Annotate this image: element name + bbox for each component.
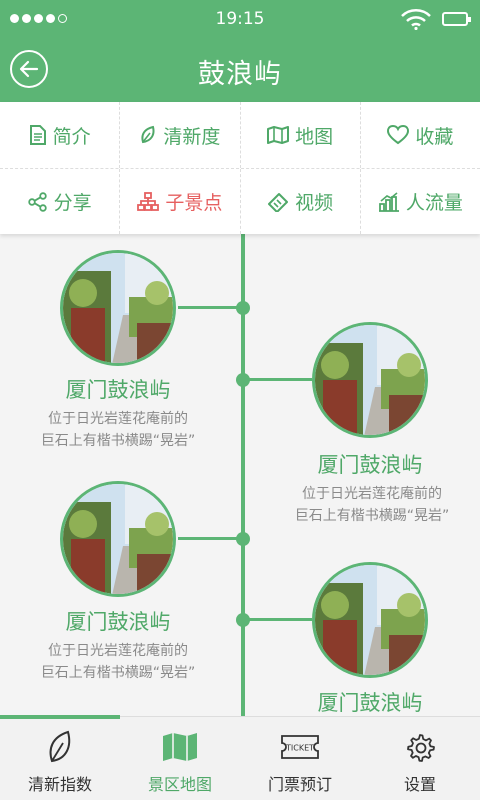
chart-icon — [378, 191, 399, 212]
tab-ticket-booking[interactable]: TICKET 门票预订 — [240, 717, 360, 800]
timeline-dot — [236, 532, 250, 546]
leaf-icon — [141, 125, 155, 144]
spot-description-line: 巨石上有楷书横踢“晃岩” — [40, 433, 196, 449]
wifi-icon — [401, 9, 431, 30]
menu-label: 收藏 — [415, 125, 454, 148]
menu-item-crowd[interactable]: 人流量 — [359, 169, 480, 234]
spot-photo[interactable] — [60, 481, 176, 597]
document-icon — [29, 125, 46, 145]
timeline-dot — [236, 301, 250, 315]
menu-label: 清新度 — [163, 125, 221, 148]
app-header: 鼓浪屿 — [0, 38, 480, 102]
menu-label: 视频 — [295, 192, 334, 214]
spot-description: 位于日光岩莲花庵前的 巨石上有楷书横踢“晃岩” — [0, 408, 238, 452]
menu-item-intro[interactable]: 简介 — [0, 102, 119, 168]
spot-image — [63, 253, 173, 363]
status-bar: 19:15 — [0, 0, 480, 38]
menu-item-video[interactable]: 视频 — [239, 169, 360, 234]
ticket-icon: TICKET — [281, 735, 319, 759]
menu-label: 人流量 — [405, 192, 463, 214]
tab-label: 景区地图 — [147, 775, 212, 794]
menu-item-freshness[interactable]: 清新度 — [119, 102, 239, 168]
spot-description-line: 位于日光岩莲花庵前的 — [48, 643, 188, 659]
menu-item-sub-spots[interactable]: 子景点 — [119, 169, 239, 234]
spot-description-line: 位于日光岩莲花庵前的 — [302, 486, 442, 502]
tab-settings[interactable]: 设置 — [360, 717, 480, 800]
timeline-connector — [244, 378, 312, 381]
spot-photo[interactable] — [312, 322, 428, 438]
timeline-connector — [178, 306, 244, 309]
spot-title[interactable]: 厦门鼓浪屿 — [270, 449, 470, 479]
spot-title[interactable]: 厦门鼓浪屿 — [270, 687, 470, 716]
timeline-connector — [178, 537, 244, 540]
spot-description: 位于日光岩莲花庵前的 巨石上有楷书横踢“晃岩” — [252, 483, 480, 527]
map-filled-icon — [163, 733, 197, 761]
timeline-dot — [236, 613, 250, 627]
map-icon — [267, 126, 290, 144]
spot-title[interactable]: 厦门鼓浪屿 — [18, 374, 218, 404]
spot-image — [63, 484, 173, 594]
spot-title[interactable]: 厦门鼓浪屿 — [18, 606, 218, 636]
menu-item-share[interactable]: 分享 — [0, 169, 119, 234]
menu-item-favorite[interactable]: 收藏 — [359, 102, 480, 168]
spot-description-line: 巨石上有楷书横踢“晃岩” — [40, 665, 196, 681]
spot-description-line: 巨石上有楷书横踢“晃岩” — [294, 508, 450, 524]
spot-image — [315, 565, 425, 675]
timeline-dot — [236, 373, 250, 387]
tab-fresh-index[interactable]: 清新指数 — [0, 717, 120, 800]
page-title: 鼓浪屿 — [198, 59, 282, 90]
tab-label: 门票预订 — [267, 775, 332, 794]
active-tab-indicator — [0, 715, 120, 719]
spot-photo[interactable] — [60, 250, 176, 366]
menu-label: 分享 — [53, 192, 92, 214]
spot-description: 位于日光岩莲花庵前的 巨石上有楷书横踢“晃岩” — [0, 640, 238, 684]
spot-image — [315, 325, 425, 435]
ticket-badge-text: TICKET — [285, 744, 314, 753]
spot-photo[interactable] — [312, 562, 428, 678]
timeline-connector — [244, 618, 312, 621]
menu-label: 子景点 — [165, 192, 223, 214]
bottom-tab-bar: 清新指数 景区地图 TICKET 门票预订 设置 — [0, 715, 480, 800]
tab-label: 设置 — [403, 775, 436, 794]
tab-label: 清新指数 — [27, 775, 92, 794]
sub-spot-timeline: 厦门鼓浪屿 位于日光岩莲花庵前的 巨石上有楷书横踢“晃岩” 厦门鼓浪屿 位于日光… — [0, 234, 480, 716]
ticket-tag-icon — [268, 192, 289, 212]
heart-icon — [387, 125, 410, 145]
sitemap-icon — [137, 191, 160, 211]
menu-item-map[interactable]: 地图 — [239, 102, 360, 168]
leaf-outline-icon — [49, 730, 71, 763]
menu-label: 地图 — [295, 125, 334, 148]
tab-scenic-map[interactable]: 景区地图 — [120, 717, 240, 800]
menu-label: 简介 — [52, 125, 91, 148]
feature-menu: 简介 清新度 地图 收藏 分享 子景点 视频 人流量 — [0, 102, 480, 234]
spot-description-line: 位于日光岩莲花庵前的 — [48, 411, 188, 427]
gear-icon — [407, 734, 435, 762]
share-icon — [27, 191, 47, 212]
battery-icon — [442, 12, 471, 26]
